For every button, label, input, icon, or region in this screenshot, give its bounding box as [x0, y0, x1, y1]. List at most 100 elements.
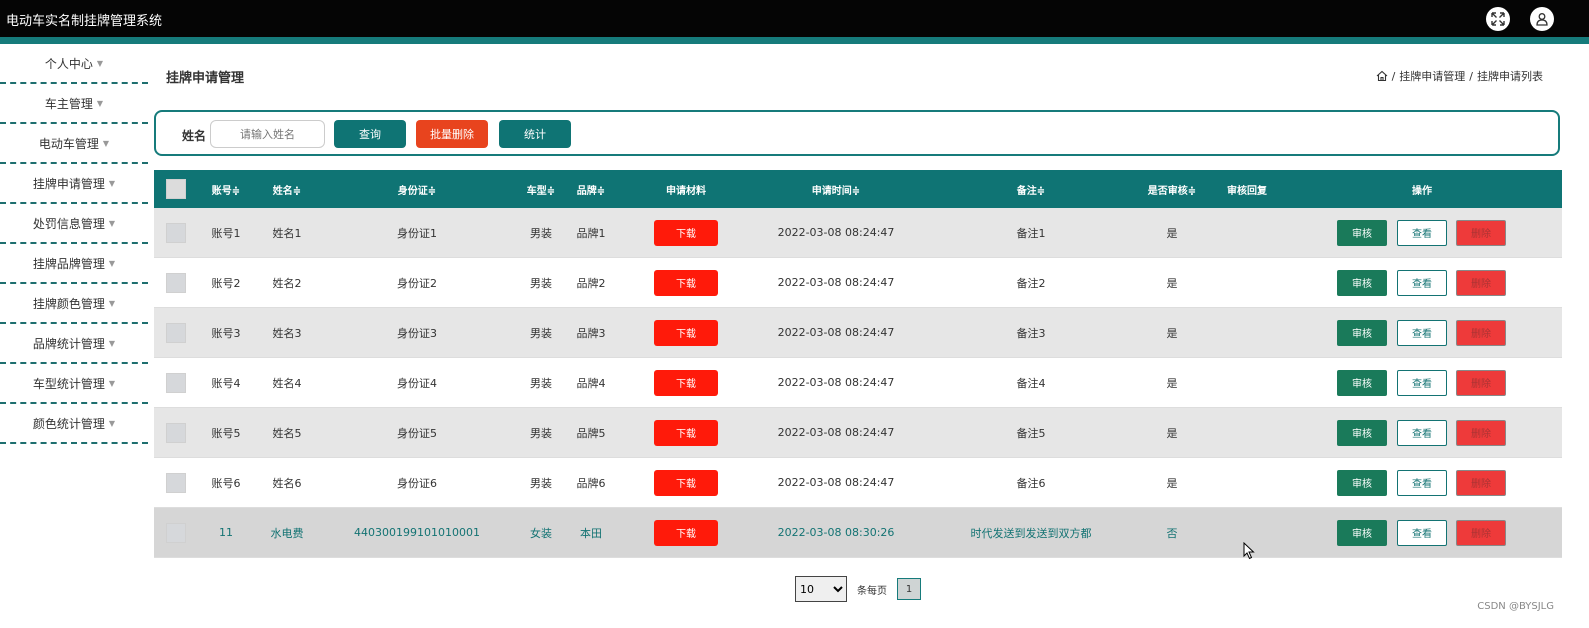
review-button[interactable]: 审核 — [1337, 519, 1387, 546]
sidebar-item-plate-application[interactable]: 挂牌申请管理 ▼ — [0, 164, 148, 204]
sidebar-item-penalty-info[interactable]: 处罚信息管理 ▼ — [0, 204, 148, 244]
cell-remark: 备注4 — [1016, 376, 1046, 390]
per-page-label: 条每页 — [857, 585, 887, 597]
delete-button[interactable]: 删除 — [1456, 519, 1506, 546]
page-size-select[interactable]: 10 — [795, 576, 847, 602]
name-search-input[interactable] — [210, 120, 325, 148]
download-button[interactable]: 下载 — [654, 419, 718, 446]
cell-brand: 品牌5 — [576, 426, 606, 440]
row-checkbox[interactable] — [166, 222, 186, 243]
row-checkbox[interactable] — [166, 472, 186, 493]
delete-button[interactable]: 删除 — [1456, 219, 1506, 246]
breadcrumb: / 挂牌申请管理 / 挂牌申请列表 — [1376, 68, 1543, 84]
batch-delete-button[interactable]: 批量删除 — [416, 120, 488, 148]
sidebar-item-ebike-management[interactable]: 电动车管理 ▼ — [0, 124, 148, 164]
row-checkbox[interactable] — [166, 372, 186, 393]
table-header: 账号≑ 姓名≑ 身份证≑ 车型≑ 品牌≑ 申请材料 申请时间≑ 备注≑ 是否审核… — [154, 170, 1562, 208]
breadcrumb-item: 挂牌申请列表 — [1477, 70, 1543, 83]
cell-apply-time: 2022-03-08 08:24:47 — [777, 226, 895, 239]
sidebar-item-model-stats[interactable]: 车型统计管理 ▼ — [0, 364, 148, 404]
cell-reply — [1212, 308, 1282, 357]
user-button[interactable] — [1530, 7, 1554, 31]
view-button[interactable]: 查看 — [1397, 269, 1447, 296]
caret-down-icon: ▼ — [108, 298, 116, 308]
fullscreen-button[interactable] — [1486, 7, 1510, 31]
delete-button[interactable]: 删除 — [1456, 319, 1506, 346]
sidebar-item-label: 电动车管理 — [38, 136, 99, 151]
cell-remark: 备注6 — [1016, 476, 1046, 490]
cell-remark: 备注2 — [1016, 276, 1046, 290]
cell-car-type: 男装 — [530, 326, 552, 340]
review-button[interactable]: 审核 — [1337, 419, 1387, 446]
stats-button[interactable]: 统计 — [499, 120, 571, 148]
cell-brand: 品牌6 — [576, 476, 606, 490]
cell-reply — [1212, 408, 1282, 457]
cell-reply — [1212, 458, 1282, 507]
sidebar-item-personal-center[interactable]: 个人中心 ▼ — [0, 44, 148, 84]
row-checkbox[interactable] — [166, 522, 186, 543]
sidebar-item-plate-color[interactable]: 挂牌颜色管理 ▼ — [0, 284, 148, 324]
column-header-car-type[interactable]: 车型≑ — [516, 170, 566, 208]
cell-brand: 本田 — [580, 526, 602, 540]
table-row: 账号3 姓名3 身份证3 男装 品牌3 2022-03-08 08:24:47 备注3 是 下载… — [154, 308, 1562, 358]
view-button[interactable]: 查看 — [1397, 219, 1447, 246]
pagination: 10 条每页 1 — [795, 576, 921, 602]
download-button[interactable]: 下载 — [654, 469, 718, 496]
review-button[interactable]: 审核 — [1337, 469, 1387, 496]
breadcrumb-item[interactable]: 挂牌申请管理 — [1399, 68, 1465, 84]
view-button[interactable]: 查看 — [1397, 519, 1447, 546]
cell-reply — [1212, 208, 1282, 257]
cell-reviewed: 是 — [1166, 376, 1178, 390]
review-button[interactable]: 审核 — [1337, 319, 1387, 346]
column-header-name[interactable]: 姓名≑ — [262, 170, 312, 208]
delete-button[interactable]: 删除 — [1456, 369, 1506, 396]
cell-account: 账号4 — [211, 376, 241, 390]
caret-down-icon: ▼ — [102, 138, 110, 148]
cell-remark: 备注3 — [1016, 326, 1046, 340]
column-header-account[interactable]: 账号≑ — [201, 170, 251, 208]
download-button[interactable]: 下载 — [654, 319, 718, 346]
caret-down-icon: ▼ — [108, 218, 116, 228]
caret-down-icon: ▼ — [108, 178, 116, 188]
column-header-reviewed[interactable]: 是否审核≑ — [1137, 170, 1207, 208]
cell-apply-time: 2022-03-08 08:24:47 — [777, 376, 895, 389]
sidebar-item-brand-stats[interactable]: 品牌统计管理 ▼ — [0, 324, 148, 364]
cell-id-card: 440300199101010001 — [354, 526, 480, 539]
view-button[interactable]: 查看 — [1397, 369, 1447, 396]
review-button[interactable]: 审核 — [1337, 219, 1387, 246]
review-button[interactable]: 审核 — [1337, 369, 1387, 396]
select-all-checkbox[interactable] — [166, 179, 186, 199]
view-button[interactable]: 查看 — [1397, 469, 1447, 496]
delete-button[interactable]: 删除 — [1456, 269, 1506, 296]
caret-down-icon: ▼ — [96, 98, 104, 108]
sidebar-item-label: 挂牌申请管理 — [32, 176, 105, 191]
download-button[interactable]: 下载 — [654, 269, 718, 296]
column-header-apply-time[interactable]: 申请时间≑ — [766, 170, 906, 208]
column-header-reply: 审核回复 — [1227, 185, 1267, 197]
view-button[interactable]: 查看 — [1397, 419, 1447, 446]
download-button[interactable]: 下载 — [654, 369, 718, 396]
sidebar-item-color-stats[interactable]: 颜色统计管理 ▼ — [0, 404, 148, 444]
delete-button[interactable]: 删除 — [1456, 469, 1506, 496]
cell-car-type: 男装 — [530, 276, 552, 290]
column-header-remark[interactable]: 备注≑ — [966, 170, 1096, 208]
cell-account: 账号1 — [211, 226, 241, 240]
column-header-brand[interactable]: 品牌≑ — [566, 170, 616, 208]
home-icon[interactable] — [1376, 70, 1388, 82]
table-row: 账号5 姓名5 身份证5 男装 品牌5 2022-03-08 08:24:47 备注5 是 下载… — [154, 408, 1562, 458]
sidebar-item-owner-management[interactable]: 车主管理 ▼ — [0, 84, 148, 124]
download-button[interactable]: 下载 — [654, 519, 718, 546]
review-button[interactable]: 审核 — [1337, 269, 1387, 296]
row-checkbox[interactable] — [166, 272, 186, 293]
row-checkbox[interactable] — [166, 422, 186, 443]
view-button[interactable]: 查看 — [1397, 319, 1447, 346]
sidebar-item-plate-brand[interactable]: 挂牌品牌管理 ▼ — [0, 244, 148, 284]
column-header-id-card[interactable]: 身份证≑ — [362, 170, 472, 208]
delete-button[interactable]: 删除 — [1456, 419, 1506, 446]
page-number-button[interactable]: 1 — [897, 578, 921, 600]
row-checkbox[interactable] — [166, 322, 186, 343]
cell-apply-time: 2022-03-08 08:24:47 — [777, 276, 895, 289]
query-button[interactable]: 查询 — [334, 120, 406, 148]
download-button[interactable]: 下载 — [654, 219, 718, 246]
cell-car-type: 女装 — [530, 526, 552, 540]
